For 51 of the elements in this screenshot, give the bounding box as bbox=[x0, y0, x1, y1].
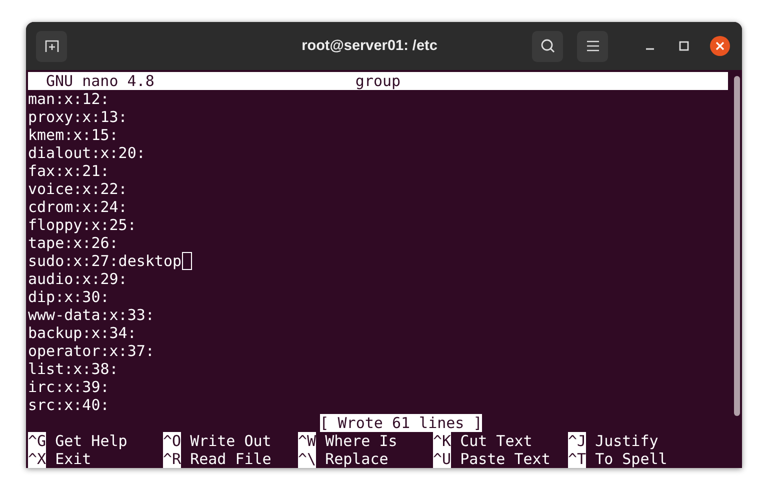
menu-icon bbox=[586, 40, 600, 52]
shortcut-key: ^T bbox=[568, 450, 586, 468]
shortcut-label: Replace bbox=[324, 450, 388, 468]
text-line: floppy:x:25: bbox=[28, 216, 136, 234]
shortcut-key: ^K bbox=[433, 432, 452, 450]
text-line: tape:x:26: bbox=[28, 234, 118, 252]
file-name: group bbox=[355, 72, 401, 90]
shortcut-key: ^W bbox=[298, 432, 316, 450]
text-line: kmem:x:15: bbox=[28, 126, 118, 144]
shortcut-key: ^O bbox=[163, 432, 182, 450]
text-line: sudo:x:27:desktop bbox=[28, 252, 182, 270]
text-line: audio:x:29: bbox=[28, 270, 128, 288]
text-line: src:x:40: bbox=[28, 396, 110, 414]
shortcut-label: Get Help bbox=[54, 432, 128, 450]
shortcut-label: Where Is bbox=[324, 432, 398, 450]
scrollbar[interactable] bbox=[734, 76, 740, 416]
text-line: man:x:12: bbox=[28, 90, 110, 108]
window-title: root@server01: /etc bbox=[300, 38, 438, 54]
text-line: list:x:38: bbox=[28, 360, 118, 378]
shortcut-key: ^G bbox=[28, 432, 46, 450]
shortcut-key: ^\ bbox=[298, 450, 316, 468]
text-line: irc:x:39: bbox=[28, 378, 110, 396]
text-line: operator:x:37: bbox=[28, 342, 154, 360]
text-line: dip:x:30: bbox=[28, 288, 110, 306]
text-line: proxy:x:13: bbox=[28, 108, 128, 126]
new-tab-button[interactable] bbox=[36, 30, 67, 62]
new-tab-icon bbox=[44, 38, 60, 54]
shortcut-key: ^R bbox=[163, 450, 182, 468]
close-icon[interactable] bbox=[710, 36, 730, 56]
status-message: [ Wrote 61 lines ] bbox=[320, 414, 482, 432]
maximize-icon[interactable] bbox=[678, 40, 690, 52]
shortcut-label: Write Out bbox=[189, 432, 272, 450]
text-line: backup:x:34: bbox=[28, 324, 136, 342]
search-button[interactable] bbox=[532, 30, 563, 62]
shortcut-label: Cut Text bbox=[459, 432, 532, 450]
text-line: voice:x:22: bbox=[28, 180, 128, 198]
text-line: fax:x:21: bbox=[28, 162, 110, 180]
shortcut-key: ^J bbox=[568, 432, 586, 450]
shortcut-label: Read File bbox=[189, 450, 272, 468]
app-version: GNU nano 4.8 bbox=[45, 72, 156, 90]
shortcut-key: ^X bbox=[28, 450, 46, 468]
shortcut-key: ^U bbox=[433, 450, 452, 468]
shortcut-label: Paste Text bbox=[459, 450, 550, 468]
menu-button[interactable] bbox=[577, 30, 608, 62]
shortcut-label: Justify bbox=[594, 432, 658, 450]
shortcut-label: To Spell bbox=[594, 450, 668, 468]
text-line: dialout:x:20: bbox=[28, 144, 146, 162]
shortcut-label: Exit bbox=[54, 450, 92, 468]
search-icon bbox=[540, 38, 556, 54]
text-line: www-data:x:33: bbox=[28, 306, 154, 324]
text-line: cdrom:x:24: bbox=[28, 198, 128, 216]
